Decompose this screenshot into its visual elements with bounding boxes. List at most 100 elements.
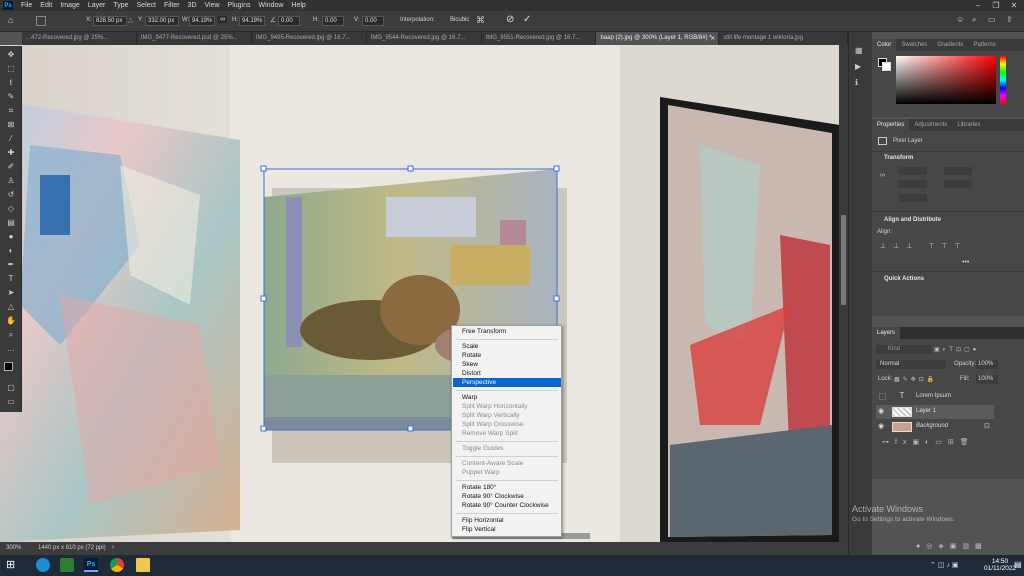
tab-layers[interactable]: Layers [872,327,901,339]
crop-tool-icon[interactable]: ⌗ [4,105,18,117]
cancel-transform-icon[interactable]: ⊘ [506,14,514,25]
chrome-icon[interactable] [110,558,124,572]
history-panel-icon[interactable]: ▦ [855,46,863,55]
menu-skew[interactable]: Skew [453,360,561,369]
healing-tool-icon[interactable]: ✚ [4,147,18,159]
bottom-panel-icons[interactable]: ●◎◈▣▥▩ [916,542,988,550]
more-tools-icon[interactable]: … [4,343,18,355]
tab-doc-2[interactable]: IMG_9477-Recovered.psd @ 25%... [137,32,252,45]
more-align-icon[interactable]: ••• [962,259,969,266]
layer-row-layer-1[interactable]: ◉ Layer 1 [876,405,994,419]
eye-icon[interactable]: ◉ [878,422,884,430]
x-field[interactable]: 828.50 px [93,16,127,26]
layer-row-background[interactable]: ◉ Background ⊡ [876,420,994,434]
eyedropper-tool-icon[interactable]: ⁄ [4,133,18,145]
vertical-scrollbar[interactable] [839,45,848,542]
document-canvas[interactable] [0,45,839,542]
status-arrow-icon[interactable]: › [112,544,114,551]
blur-tool-icon[interactable]: ● [4,231,18,243]
opacity-field[interactable]: 100% [976,360,998,369]
edge-icon[interactable] [36,558,50,572]
notifications-icon[interactable]: ▤ [1014,560,1022,569]
menu-rotate-180[interactable]: Rotate 180° [453,483,561,492]
prop-angle-field[interactable] [899,194,927,202]
tab-libraries[interactable]: Libraries [952,119,985,131]
tab-doc-1[interactable]: ...472-Recovered.jpg @ 25%... [22,32,137,45]
menu-image[interactable]: Image [56,2,83,9]
foreground-color-swatch[interactable] [4,362,13,371]
menu-window[interactable]: Window [255,2,288,9]
close-icon[interactable]: ✕ [1006,0,1022,11]
angle-field[interactable]: 0.00 [278,16,300,26]
prop-h-field[interactable] [944,167,972,175]
color-picker-field[interactable] [896,56,996,104]
menu-layer[interactable]: Layer [84,2,110,9]
file-explorer-icon[interactable] [136,558,150,572]
stamp-tool-icon[interactable]: ♙ [4,175,18,187]
photoshop-taskbar-icon[interactable]: Ps [84,558,98,572]
app-icon[interactable] [60,558,74,572]
menu-3d[interactable]: 3D [184,2,201,9]
zoom-level[interactable]: 300% [6,545,21,551]
share-icon[interactable]: ☺ [956,15,964,24]
lock-icons[interactable]: ▩✎✥⊡🔒 [894,376,937,383]
tab-swatches[interactable]: Swatches [896,39,932,51]
menu-split-warp-horizontally[interactable]: Split Warp Horizontally [453,402,561,411]
actions-panel-icon[interactable]: ▶ [855,62,861,71]
h-field[interactable]: 94.19% [239,16,265,26]
type-tool-icon[interactable]: T [4,273,18,285]
menu-distort[interactable]: Distort [453,369,561,378]
prop-x-field[interactable] [899,180,927,188]
menu-file[interactable]: File [17,2,36,9]
tab-properties[interactable]: Properties [872,119,910,131]
hand-tool-icon[interactable]: ✋ [4,315,18,327]
workspace-icon[interactable]: ▭ [988,15,996,24]
menu-view[interactable]: View [201,2,224,9]
menu-flip-vertical[interactable]: Flip Vertical [453,525,561,534]
fill-field[interactable]: 100% [976,375,998,384]
menu-free-transform[interactable]: Free Transform [453,327,561,336]
eye-icon[interactable]: ◉ [878,407,884,415]
layer-footer-actions[interactable]: ⊶fx▣◐▭⊞🗑 [882,438,975,446]
layer-row-lorem-ipsum[interactable]: T Lorem Ipsum [876,390,994,404]
brush-tool-icon[interactable]: ✐ [4,161,18,173]
menu-select[interactable]: Select [133,2,160,9]
visibility-toggle-off[interactable] [879,393,886,400]
w-field[interactable]: 94.19% [189,16,215,26]
move-tool-icon[interactable]: ✥ [4,49,18,61]
minimize-icon[interactable]: – [970,0,986,11]
quick-select-tool-icon[interactable]: ✎ [4,91,18,103]
tab-patterns[interactable]: Patterns [968,39,1000,51]
hue-slider[interactable] [1000,56,1006,104]
shape-tool-icon[interactable]: △ [4,301,18,313]
menu-filter[interactable]: Filter [160,2,184,9]
menu-scale[interactable]: Scale [453,342,561,351]
gradient-tool-icon[interactable]: ▤ [4,217,18,229]
dodge-tool-icon[interactable]: ◐ [4,245,18,257]
menu-split-warp-vertically[interactable]: Split Warp Vertically [453,411,561,420]
menu-split-warp-crosswise[interactable]: Split Warp Crosswise [453,420,561,429]
relative-position-icon[interactable]: △ [128,16,133,24]
menu-plugins[interactable]: Plugins [224,2,255,9]
restore-icon[interactable]: ❐ [988,0,1004,11]
blend-mode-select[interactable]: Normal [876,360,946,369]
windows-start-icon[interactable]: ⊞ [6,558,20,572]
vskew-field[interactable]: 0.00 [362,16,384,26]
pen-tool-icon[interactable]: ✒ [4,259,18,271]
menu-type[interactable]: Type [109,2,132,9]
menu-rotate[interactable]: Rotate [453,351,561,360]
history-brush-tool-icon[interactable]: ↺ [4,189,18,201]
clock[interactable]: 14:50 01/11/2022 [984,558,1016,572]
warp-mode-icon[interactable]: ⌘ [476,15,485,26]
menu-remove-warp-split[interactable]: Remove Warp Split [453,429,561,438]
align-buttons[interactable]: ⊥⊥⊥ ⊤⊤⊤ [880,242,968,250]
eraser-tool-icon[interactable]: ◇ [4,203,18,215]
layer-filter-icons[interactable]: ▣◐T⊡▢● [934,346,979,353]
tab-doc-active[interactable]: baap (2).jpg @ 300% (Layer 1, RGB/8#) * ✕ [596,32,720,45]
reference-point-icon[interactable] [36,16,46,26]
path-select-tool-icon[interactable]: ➤ [4,287,18,299]
menu-toggle-guides[interactable]: Toggle Guides [453,444,561,453]
background-swatch[interactable] [882,62,891,71]
hskew-field[interactable]: 0.00 [322,16,344,26]
link-icon[interactable]: ∞ [218,16,227,23]
